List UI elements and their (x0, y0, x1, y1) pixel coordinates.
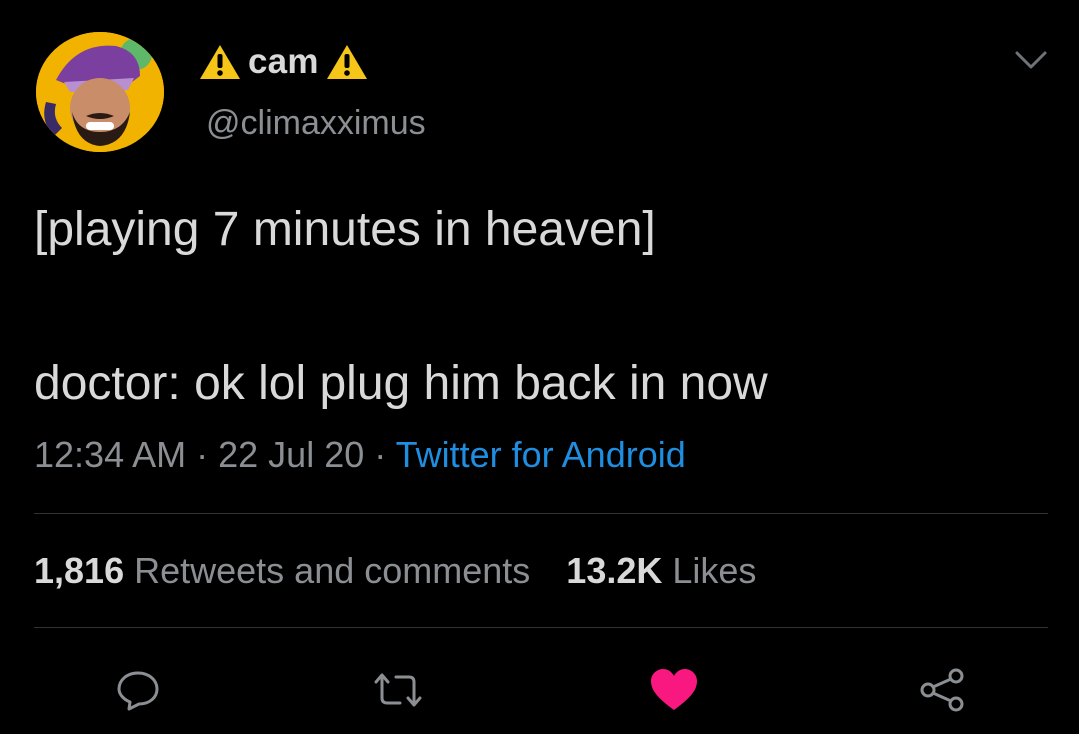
heart-icon (651, 669, 697, 710)
like-button[interactable] (644, 660, 704, 720)
retweet-icon (374, 673, 422, 707)
warning-icon (198, 42, 242, 82)
reply-button[interactable] (108, 660, 168, 720)
tweet-date: 22 Jul 20 (218, 434, 365, 475)
divider (34, 627, 1048, 628)
retweets-count: 1,816 (34, 550, 125, 591)
divider (34, 513, 1048, 514)
tweet-text-line-1: [playing 7 minutes in heaven] (34, 203, 656, 256)
chevron-down-icon[interactable] (1013, 48, 1049, 72)
retweets-label: Retweets and comments (134, 550, 531, 591)
meta-separator: · (374, 434, 387, 475)
retweet-button[interactable] (368, 660, 428, 720)
likes-count: 13.2K (566, 550, 663, 591)
tweet-text-line-2: doctor: ok lol plug him back in now (34, 357, 768, 410)
tweet-stats: 1,816 Retweets and comments 13.2K Likes (34, 550, 756, 592)
author-handle[interactable]: @climaxximus (206, 104, 426, 143)
likes-stat[interactable]: 13.2K Likes (566, 550, 756, 591)
warning-icon (325, 42, 369, 82)
tweet-source-link[interactable]: Twitter for Android (396, 434, 686, 475)
tweet-meta: 12:34 AM · 22 Jul 20 · Twitter for Andro… (34, 434, 686, 476)
meta-separator: · (196, 434, 209, 475)
author-display-name: cam (248, 42, 319, 81)
share-button[interactable] (912, 660, 972, 720)
avatar[interactable] (36, 32, 164, 152)
reply-icon (117, 671, 159, 711)
retweets-stat[interactable]: 1,816 Retweets and comments (34, 550, 530, 591)
tweet-time: 12:34 AM (34, 434, 187, 475)
share-icon (920, 668, 964, 712)
likes-label: Likes (672, 550, 757, 591)
author-name-row[interactable]: cam (198, 40, 369, 84)
